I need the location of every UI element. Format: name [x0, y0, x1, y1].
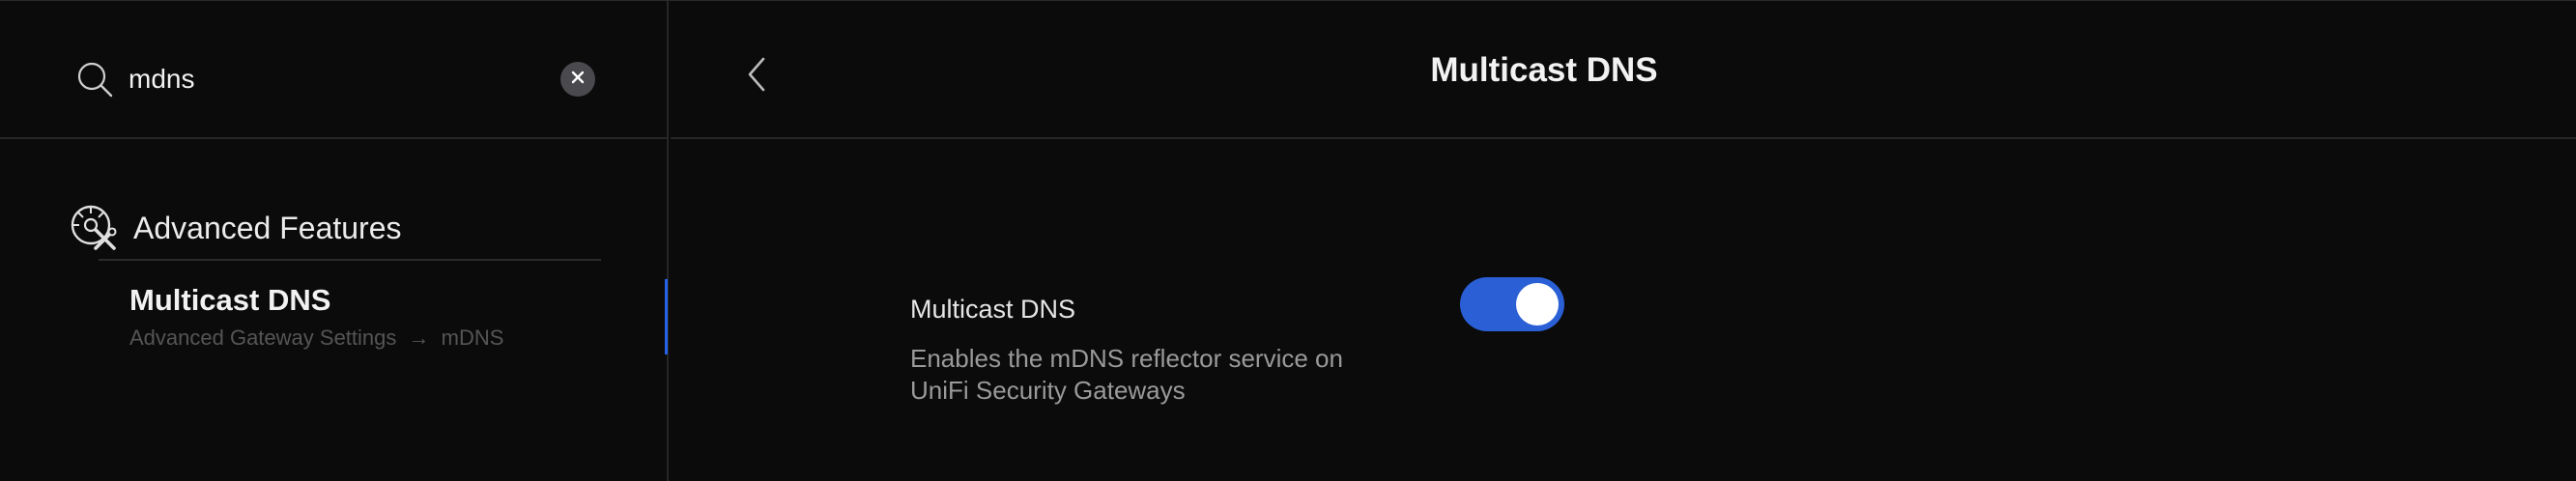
main-header: Multicast DNS [671, 1, 2576, 139]
search-input[interactable] [129, 57, 534, 101]
search-icon [75, 61, 114, 99]
search-result-multicast-dns[interactable]: Multicast DNS Advanced Gateway Settings … [0, 275, 669, 358]
selected-indicator [665, 279, 668, 354]
section-title: Advanced Features [133, 211, 402, 245]
setting-description: Enables the mDNS reflector service on Un… [910, 344, 1343, 405]
main-panel: Multicast DNS Multicast DNS Enables the … [671, 1, 2576, 481]
page-title: Multicast DNS [1430, 51, 1658, 89]
close-icon [570, 70, 586, 90]
arrow-right-icon: → [408, 325, 430, 350]
toggle-knob [1516, 283, 1559, 325]
section-divider [99, 259, 601, 261]
sidebar: Advanced Features Multicast DNS Advanced… [0, 1, 669, 481]
setting-label: Multicast DNS [910, 295, 1076, 324]
result-breadcrumb: Advanced Gateway Settings → mDNS [129, 325, 509, 351]
multicast-dns-toggle[interactable] [1460, 277, 1564, 331]
result-title: Multicast DNS [129, 283, 331, 317]
settings-app: Advanced Features Multicast DNS Advanced… [0, 0, 2576, 481]
section-advanced-features: Advanced Features [70, 204, 601, 260]
tools-icon [70, 204, 118, 252]
clear-search-button[interactable] [560, 62, 595, 97]
result-path-child: mDNS [441, 325, 504, 350]
search-bar [0, 1, 669, 139]
result-path-parent: Advanced Gateway Settings [129, 325, 397, 350]
